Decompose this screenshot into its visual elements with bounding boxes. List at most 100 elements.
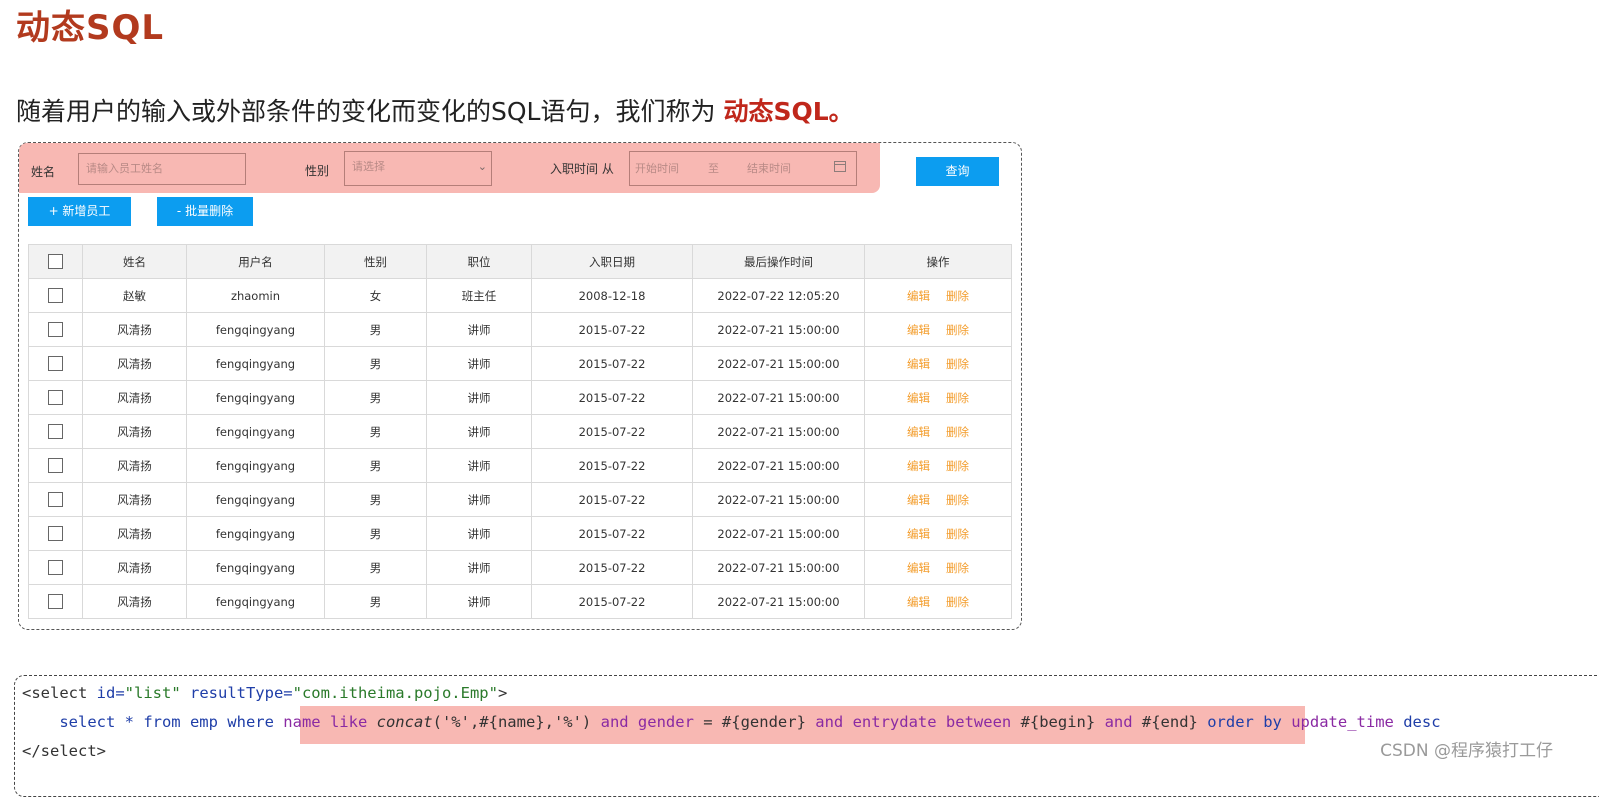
cell-name: 风清扬 xyxy=(82,380,187,415)
cell-name: 风清扬 xyxy=(82,414,187,449)
row-select-cell xyxy=(28,516,83,551)
date-end: 结束时间 xyxy=(747,162,791,175)
cell-username: fengqingyang xyxy=(186,414,325,449)
cell-username: fengqingyang xyxy=(186,380,325,415)
cell-updated: 2022-07-21 15:00:00 xyxy=(692,380,865,415)
cell-updated: 2022-07-21 15:00:00 xyxy=(692,346,865,381)
cell-gender: 男 xyxy=(324,312,427,347)
cell-name: 风清扬 xyxy=(82,584,187,619)
delete-link[interactable]: 删除 xyxy=(946,493,969,507)
row-checkbox[interactable] xyxy=(48,390,63,405)
col-header-name: 姓名 xyxy=(82,244,187,279)
delete-link[interactable]: 删除 xyxy=(946,595,969,609)
table-row: 风清扬 fengqingyang 男讲师 2015-07-22 2022-07-21 1… xyxy=(28,380,1012,415)
delete-link[interactable]: 删除 xyxy=(946,561,969,575)
chevron-down-icon: ⌄ xyxy=(477,160,487,173)
subtitle-accent: 动态SQL。 xyxy=(723,97,854,126)
delete-link[interactable]: 删除 xyxy=(946,289,969,303)
gender-select[interactable]: 请选择 ⌄ xyxy=(344,151,492,186)
row-checkbox[interactable] xyxy=(48,526,63,541)
cell-username: fengqingyang xyxy=(186,312,325,347)
edit-link[interactable]: 编辑 xyxy=(907,289,930,303)
cell-username: fengqingyang xyxy=(186,346,325,381)
cell-entry-date: 2015-07-22 xyxy=(531,550,693,585)
subtitle: 随着用户的输入或外部条件的变化而变化的SQL语句，我们称为 动态SQL。 xyxy=(16,92,854,128)
cell-gender: 男 xyxy=(324,482,427,517)
cell-entry-date: 2015-07-22 xyxy=(531,584,693,619)
cell-username: zhaomin xyxy=(186,278,325,313)
name-search-input[interactable]: 请输入员工姓名 xyxy=(78,153,246,185)
row-checkbox[interactable] xyxy=(48,288,63,303)
cell-name: 风清扬 xyxy=(82,516,187,551)
row-checkbox[interactable] xyxy=(48,458,63,473)
gender-filter-label: 性别 xyxy=(305,164,330,178)
edit-link[interactable]: 编辑 xyxy=(907,391,930,405)
batch-delete-button[interactable]: - 批量删除 xyxy=(157,197,253,226)
query-button[interactable]: 查询 xyxy=(916,157,999,186)
row-checkbox[interactable] xyxy=(48,492,63,507)
cell-gender: 男 xyxy=(324,584,427,619)
edit-link[interactable]: 编辑 xyxy=(907,459,930,473)
cell-name: 风清扬 xyxy=(82,448,187,483)
row-checkbox[interactable] xyxy=(48,594,63,609)
edit-link[interactable]: 编辑 xyxy=(907,493,930,507)
date-start: 开始时间 xyxy=(635,162,679,175)
col-header-actions: 操作 xyxy=(864,244,1012,279)
cell-job: 讲师 xyxy=(426,550,532,585)
edit-link[interactable]: 编辑 xyxy=(907,357,930,371)
delete-link[interactable]: 删除 xyxy=(946,357,969,371)
edit-link[interactable]: 编辑 xyxy=(907,561,930,575)
row-checkbox[interactable] xyxy=(48,560,63,575)
row-checkbox[interactable] xyxy=(48,356,63,371)
row-checkbox[interactable] xyxy=(48,322,63,337)
delete-link[interactable]: 删除 xyxy=(946,391,969,405)
cell-job: 班主任 xyxy=(426,278,532,313)
cell-name: 风清扬 xyxy=(82,550,187,585)
row-select-cell xyxy=(28,380,83,415)
cell-job: 讲师 xyxy=(426,380,532,415)
edit-link[interactable]: 编辑 xyxy=(907,595,930,609)
cell-actions: 编辑 删除 xyxy=(864,380,1012,415)
cell-gender: 女 xyxy=(324,278,427,313)
edit-link[interactable]: 编辑 xyxy=(907,425,930,439)
cell-job: 讲师 xyxy=(426,448,532,483)
col-header-updated: 最后操作时间 xyxy=(692,244,865,279)
cell-gender: 男 xyxy=(324,448,427,483)
edit-link[interactable]: 编辑 xyxy=(907,527,930,541)
delete-link[interactable]: 删除 xyxy=(946,323,969,337)
select-all-checkbox[interactable] xyxy=(48,254,63,269)
cell-gender: 男 xyxy=(324,550,427,585)
delete-link[interactable]: 删除 xyxy=(946,527,969,541)
cell-job: 讲师 xyxy=(426,414,532,449)
add-employee-button[interactable]: + 新增员工 xyxy=(28,197,131,226)
cell-entry-date: 2015-07-22 xyxy=(531,312,693,347)
cell-updated: 2022-07-21 15:00:00 xyxy=(692,516,865,551)
delete-link[interactable]: 删除 xyxy=(946,459,969,473)
cell-actions: 编辑 删除 xyxy=(864,584,1012,619)
subtitle-text: 随着用户的输入或外部条件的变化而变化的SQL语句，我们称为 xyxy=(16,97,724,126)
cell-entry-date: 2015-07-22 xyxy=(531,414,693,449)
cell-entry-date: 2015-07-22 xyxy=(531,482,693,517)
cell-updated: 2022-07-21 15:00:00 xyxy=(692,414,865,449)
table-header-row: 姓名 用户名 性别 职位 入职日期 最后操作时间 操作 xyxy=(28,244,1012,279)
date-range-picker[interactable]: 开始时间 至 结束时间 xyxy=(629,151,857,186)
cell-name: 风清扬 xyxy=(82,482,187,517)
edit-link[interactable]: 编辑 xyxy=(907,323,930,337)
row-checkbox[interactable] xyxy=(48,424,63,439)
cell-updated: 2022-07-21 15:00:00 xyxy=(692,584,865,619)
cell-updated: 2022-07-21 15:00:00 xyxy=(692,448,865,483)
table-row: 风清扬 fengqingyang 男讲师 2015-07-22 2022-07-21 1… xyxy=(28,414,1012,449)
table-body: 赵敏 zhaomin 女班主任 2008-12-18 2022-07-22 12:05:… xyxy=(28,278,1012,619)
row-select-cell xyxy=(28,414,83,449)
delete-link[interactable]: 删除 xyxy=(946,425,969,439)
table-row: 风清扬 fengqingyang 男讲师 2015-07-22 2022-07-21 1… xyxy=(28,312,1012,347)
col-header-entry-date: 入职日期 xyxy=(531,244,693,279)
cell-job: 讲师 xyxy=(426,312,532,347)
gender-select-value: 请选择 xyxy=(352,160,385,173)
row-select-cell xyxy=(28,278,83,313)
cell-entry-date: 2015-07-22 xyxy=(531,448,693,483)
cell-actions: 编辑 删除 xyxy=(864,346,1012,381)
row-select-cell xyxy=(28,584,83,619)
cell-username: fengqingyang xyxy=(186,516,325,551)
cell-username: fengqingyang xyxy=(186,482,325,517)
